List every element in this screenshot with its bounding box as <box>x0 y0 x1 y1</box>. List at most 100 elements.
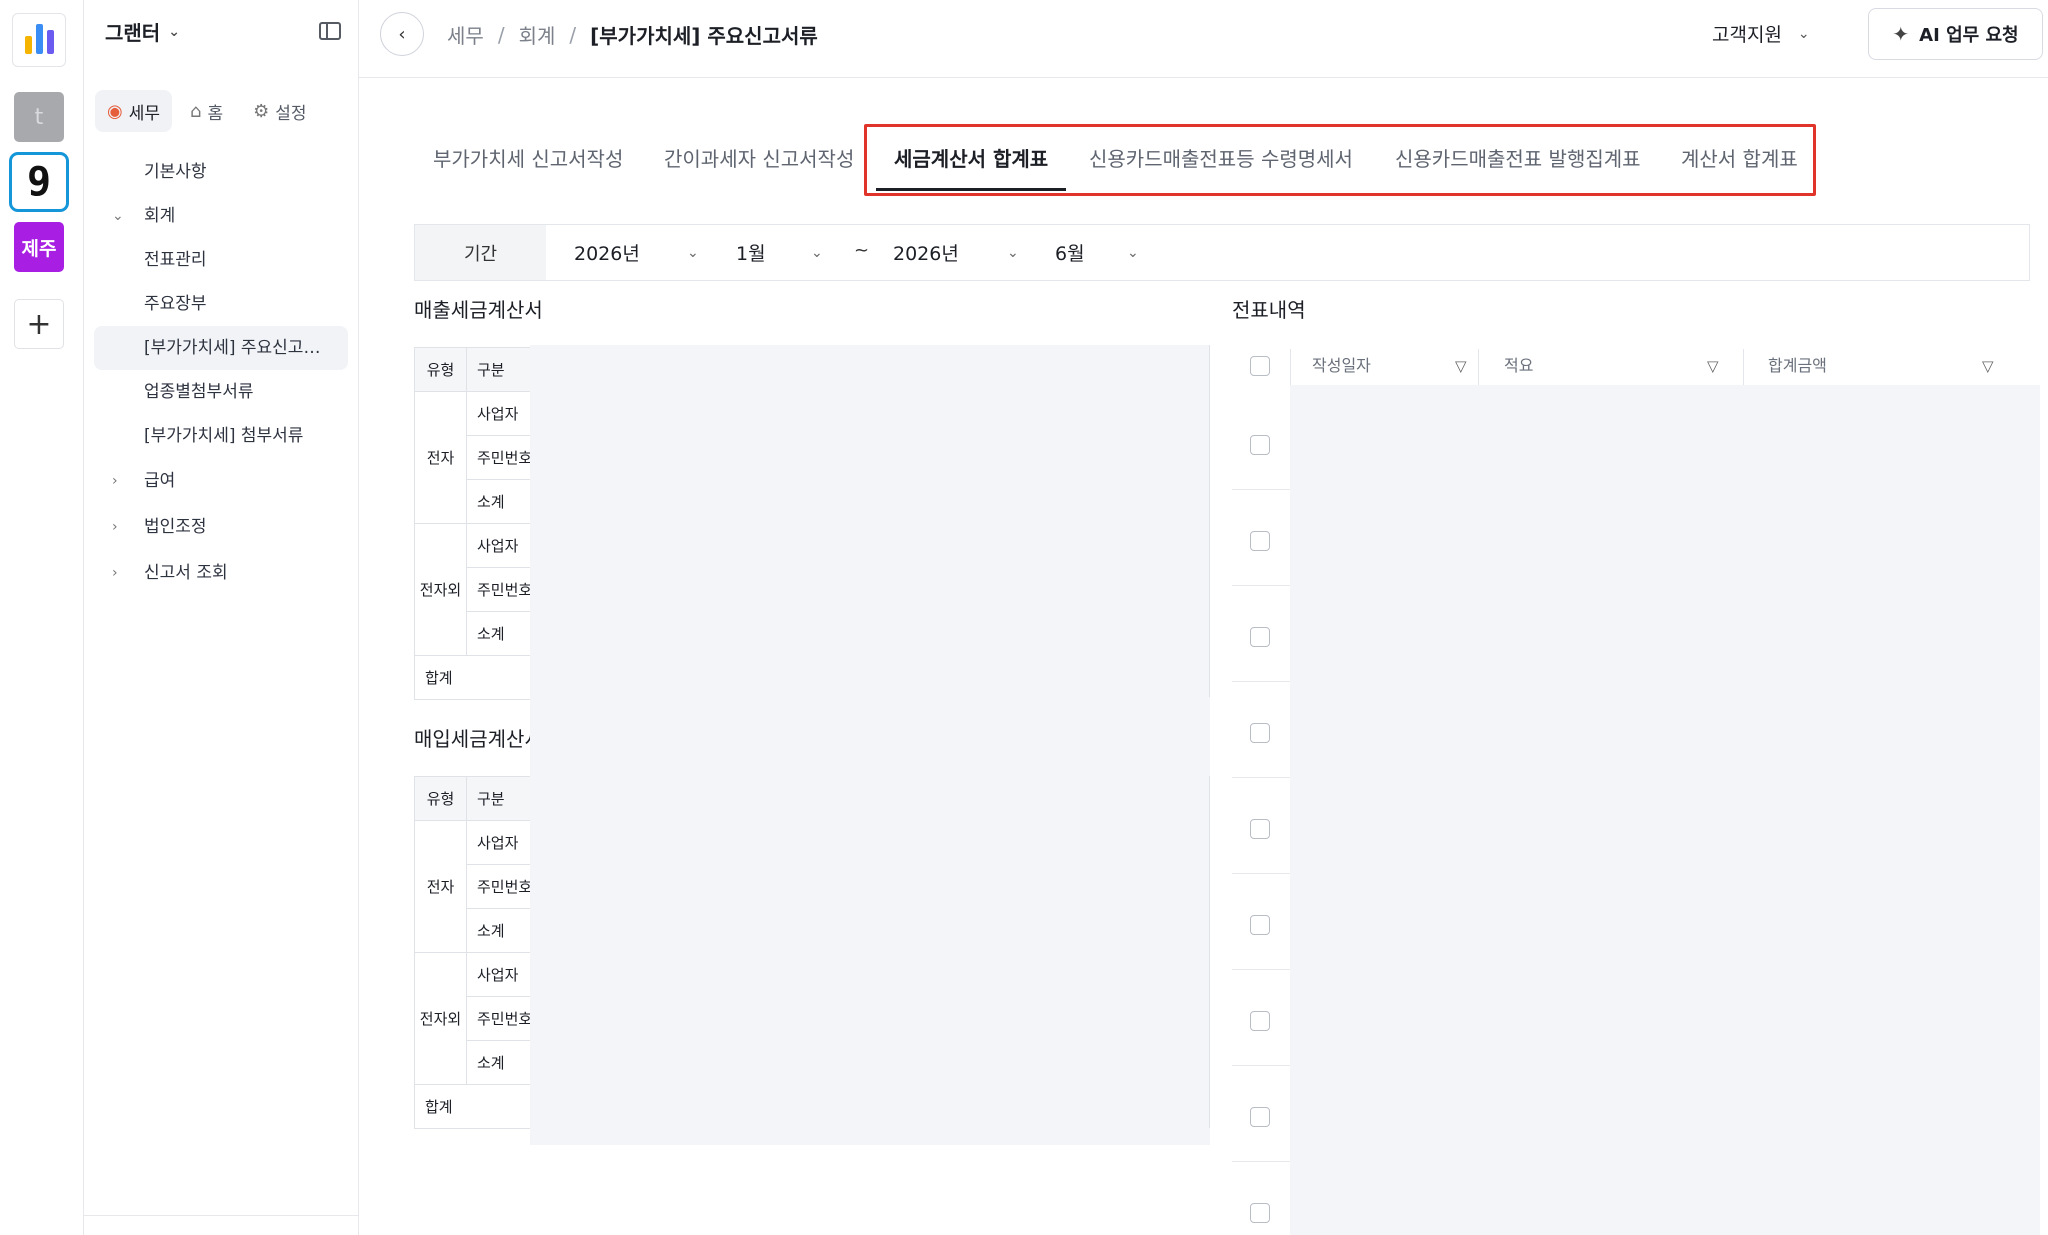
sidebar-group-payroll[interactable]: › 급여 <box>94 458 348 504</box>
sidebar-group-corporate[interactable]: › 법인조정 <box>94 504 348 550</box>
chevron-down-icon: ⌄ <box>112 208 124 224</box>
chevron-right-icon: › <box>112 519 118 535</box>
sidebar-item-label: 기본사항 <box>144 162 207 182</box>
sidebar-item-label: 회계 <box>144 206 176 226</box>
sidebar-item-voucher[interactable]: 전표관리 <box>94 238 348 282</box>
header-kind: 구분 <box>465 347 534 392</box>
tab-label: 간이과세자 신고서작성 <box>664 147 855 171</box>
filter-icon[interactable]: ▽ <box>1455 345 1467 387</box>
chevron-right-icon: › <box>112 565 118 581</box>
workspace-9[interactable]: 9 <box>9 152 69 212</box>
chevron-down-icon: ⌄ <box>1007 244 1019 261</box>
sidebar-item-label: 급여 <box>144 471 176 491</box>
support-menu[interactable]: 고객지원 ⌄ <box>1712 20 1810 47</box>
row-divider <box>1232 585 1290 586</box>
sidebar-item-industry[interactable]: 업종별첨부서류 <box>94 370 348 414</box>
row-kind: 사업자 <box>465 391 534 436</box>
workspace-9-label: 9 <box>26 159 52 205</box>
chevron-down-icon: ⌄ <box>1127 244 1139 261</box>
table-edge <box>1209 345 1210 697</box>
workspace-t[interactable]: t <box>14 92 64 142</box>
column-label: 적요 <box>1504 356 1534 375</box>
tab-label: 계산서 합계표 <box>1681 147 1798 171</box>
chevron-down-icon: ⌄ <box>811 244 823 261</box>
tab-label: 부가가치세 신고서작성 <box>433 147 624 171</box>
sidebar-item-vat-main[interactable]: [부가가치세] 주요신고서류 <box>94 326 348 370</box>
row-checkbox[interactable] <box>1250 1011 1270 1031</box>
header-kind: 구분 <box>465 776 534 821</box>
start-month-select[interactable]: 1월 ⌄ <box>736 225 836 280</box>
sidebar-group-accounting[interactable]: ⌄ 회계 <box>94 194 348 238</box>
sidebar-group-report[interactable]: › 신고서 조회 <box>94 550 348 596</box>
column-date[interactable]: 작성일자 ▽ <box>1312 345 1482 387</box>
tab-label: 세금계산서 합계표 <box>894 147 1049 171</box>
row-divider <box>1232 969 1290 970</box>
tab-invoice-summary[interactable]: 계산서 합계표 <box>1681 124 1798 194</box>
header-type: 유형 <box>414 776 467 821</box>
org-name: 그랜터 <box>105 21 161 45</box>
sidebar-item-ledger[interactable]: 주요장부 <box>94 282 348 326</box>
app-logo-icon[interactable] <box>12 13 66 67</box>
tab-card-receipt-statement[interactable]: 신용카드매출전표등 수령명세서 <box>1089 124 1353 194</box>
tab-settings-label: 설정 <box>275 103 307 124</box>
tab-tax[interactable]: ◉ 세무 <box>95 90 172 132</box>
chevron-left-icon: ‹ <box>398 23 406 45</box>
row-divider <box>1232 681 1290 682</box>
header-type: 유형 <box>414 347 467 392</box>
tab-tax-invoice-summary[interactable]: 세금계산서 합계표 <box>875 124 1067 194</box>
row-kind: 소계 <box>465 1040 534 1085</box>
start-year-value: 2026년 <box>574 243 640 265</box>
row-checkbox[interactable] <box>1250 627 1270 647</box>
select-all-checkbox[interactable] <box>1250 356 1270 376</box>
tab-vat-return[interactable]: 부가가치세 신고서작성 <box>433 124 623 194</box>
breadcrumb-separator: / <box>497 22 505 47</box>
purchase-section-title: 매입세금계산서 <box>414 727 543 751</box>
row-kind: 사업자 <box>465 952 534 997</box>
column-divider <box>1478 349 1479 385</box>
breadcrumb-item[interactable]: 세무 <box>447 20 484 49</box>
sidebar-item-vat-attach[interactable]: [부가가치세] 첨부서류 <box>94 414 348 458</box>
filter-icon[interactable]: ▽ <box>1707 345 1719 387</box>
table-header-row: 유형 구분 <box>414 347 534 392</box>
row-checkbox[interactable] <box>1250 915 1270 935</box>
filter-icon[interactable]: ▽ <box>1982 345 1994 387</box>
sales-section-title: 매출세금계산서 <box>414 298 543 322</box>
row-checkbox[interactable] <box>1250 435 1270 455</box>
end-year-select[interactable]: 2026년 ⌄ <box>893 225 1043 280</box>
breadcrumb-item[interactable]: 회계 <box>519 20 556 49</box>
row-checkbox[interactable] <box>1250 819 1270 839</box>
period-filter: 기간 2026년 ⌄ 1월 ⌄ ~ 2026년 ⌄ 6월 ⌄ <box>414 224 2030 281</box>
sidebar-item-basic[interactable]: 기본사항 <box>94 150 348 194</box>
row-checkbox[interactable] <box>1250 531 1270 551</box>
row-checkbox[interactable] <box>1250 1203 1270 1223</box>
tab-settings[interactable]: ⚙ 설정 <box>241 90 318 132</box>
org-switcher[interactable]: 그랜터 ⌄ <box>105 17 180 46</box>
workspace-jeju[interactable]: 제주 <box>14 222 64 272</box>
tab-home-label: 홈 <box>207 103 224 124</box>
ai-request-button[interactable]: ✦ AI 업무 요청 <box>1868 8 2043 60</box>
sidebar-toggle-icon[interactable] <box>319 22 341 40</box>
end-year-value: 2026년 <box>893 243 959 265</box>
sidebar-item-label: [부가가치세] 주요신고서류 <box>144 338 324 358</box>
tab-home[interactable]: ⌂ 홈 <box>178 90 235 132</box>
ai-request-label: AI 업무 요청 <box>1919 25 2019 46</box>
column-summary[interactable]: 적요 ▽ <box>1504 345 1734 387</box>
row-divider <box>1232 873 1290 874</box>
add-workspace-button[interactable]: + <box>14 299 64 349</box>
journal-placeholder-panel <box>1290 385 2040 1235</box>
tab-simple-return[interactable]: 간이과세자 신고서작성 <box>664 124 854 194</box>
row-divider <box>1232 489 1290 490</box>
start-year-select[interactable]: 2026년 ⌄ <box>574 225 724 280</box>
tab-card-issue-summary[interactable]: 신용카드매출전표 발행집계표 <box>1395 124 1641 194</box>
row-checkbox[interactable] <box>1250 1107 1270 1127</box>
top-header: ‹ 세무 / 회계 / [부가가치세] 주요신고서류 고객지원 ⌄ ✦ AI 업… <box>359 0 2048 78</box>
column-label: 합계금액 <box>1768 356 1827 375</box>
row-checkbox[interactable] <box>1250 723 1270 743</box>
chevron-down-icon: ⌄ <box>1797 25 1810 42</box>
end-month-select[interactable]: 6월 ⌄ <box>1055 225 1155 280</box>
back-button[interactable]: ‹ <box>380 12 424 56</box>
column-amount[interactable]: 합계금액 ▽ <box>1768 345 2018 387</box>
sidebar-tabs: ◉ 세무 ⌂ 홈 ⚙ 설정 <box>95 90 319 132</box>
row-divider <box>1232 1065 1290 1066</box>
tab-tax-label: 세무 <box>128 103 160 124</box>
